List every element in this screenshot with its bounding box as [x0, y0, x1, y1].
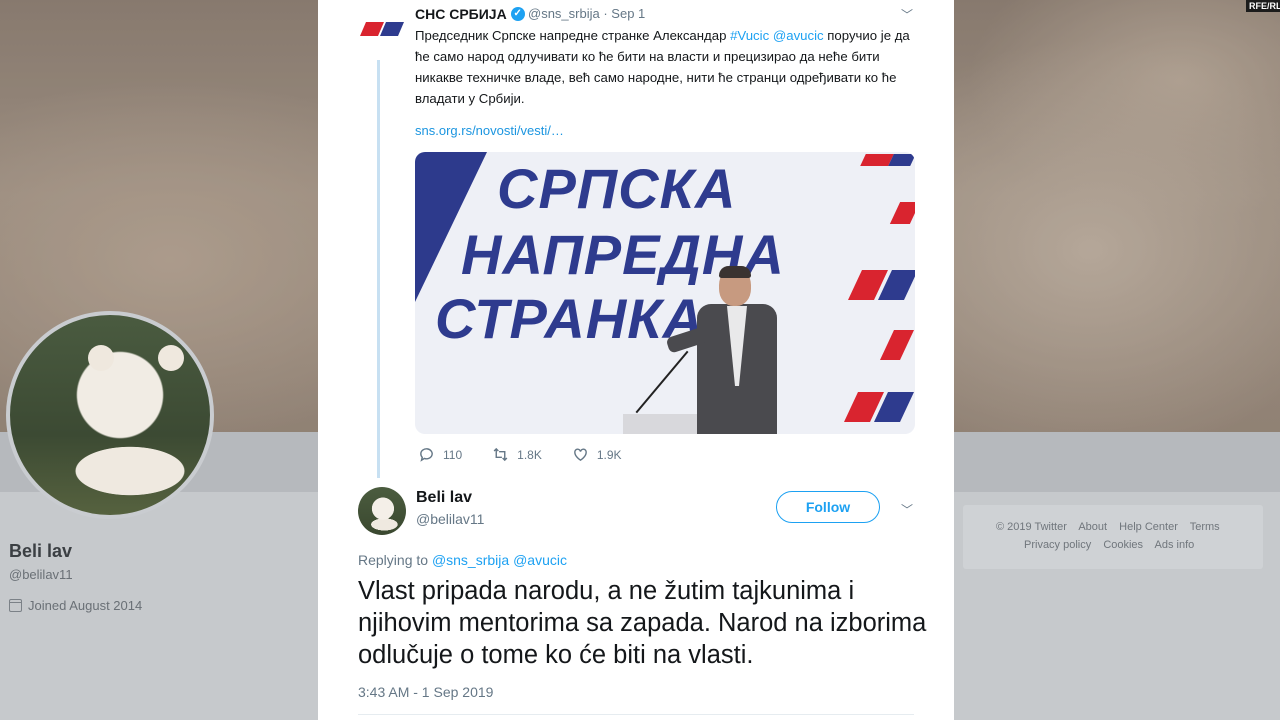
- reply-author-name[interactable]: Beli lav: [416, 489, 472, 507]
- quoted-tweet-actions: 110 1.8K 1.9K: [418, 446, 652, 463]
- sns-stripe: [860, 154, 915, 166]
- quoted-text-start: Председник Српске напредне странке Алекс…: [415, 28, 731, 43]
- reply-timestamp[interactable]: 3:43 AM - 1 Sep 2019: [358, 684, 493, 700]
- footer-link-privacy[interactable]: Privacy policy: [1024, 539, 1091, 551]
- quoted-url-link[interactable]: sns.org.rs/novosti/vesti/…: [415, 123, 564, 138]
- quoted-handle-label: @sns_srbija: [528, 6, 600, 21]
- tweet-modal: СНС СРБИЈА ✓ @sns_srbija · Sep 1 ﹀ Предс…: [318, 0, 954, 720]
- footer-link-terms[interactable]: Terms: [1190, 521, 1220, 533]
- joined-label: Joined August 2014: [28, 598, 143, 613]
- quoted-date[interactable]: · Sep 1: [603, 6, 645, 21]
- sns-stripe: [844, 392, 914, 422]
- replying-mentions[interactable]: @sns_srbija @avucic: [432, 552, 567, 568]
- quoted-author-label: СНС СРБИЈА: [415, 6, 507, 22]
- sns-stripe: [848, 270, 915, 300]
- reply-count: 110: [443, 447, 463, 462]
- mention-link[interactable]: @avucic: [773, 28, 824, 43]
- reply-icon: [420, 448, 433, 462]
- sns-stripe: [889, 202, 915, 224]
- reply-tweet-text: Vlast pripada narodu, a ne žutim tajkuni…: [358, 577, 927, 669]
- reply-action[interactable]: 110: [418, 446, 462, 463]
- retweet-icon: [493, 447, 508, 462]
- footer-link-help[interactable]: Help Center: [1119, 521, 1178, 533]
- replying-to: Replying to @sns_srbija @avucic: [358, 552, 567, 568]
- reply-author-handle[interactable]: @belilav11: [416, 511, 484, 527]
- footer-link-ads[interactable]: Ads info: [1155, 539, 1195, 551]
- chevron-down-icon[interactable]: ﹀: [901, 501, 913, 518]
- quoted-tweet-text: Председник Српске напредне странке Алекс…: [415, 25, 920, 109]
- retweet-action[interactable]: 1.8K: [492, 446, 542, 463]
- sns-stripe: [880, 330, 915, 360]
- footer-link-about[interactable]: About: [1078, 521, 1107, 533]
- profile-name: Beli lav: [9, 541, 73, 561]
- sns-logo-icon[interactable]: [360, 18, 404, 40]
- divider: [358, 714, 914, 715]
- profile-handle: @belilav11: [9, 567, 73, 582]
- like-action[interactable]: 1.9K: [572, 446, 622, 463]
- verified-icon: ✓: [510, 7, 525, 21]
- quoted-tweet-image[interactable]: СРПСКА НАПРЕДНА СТРАНКА: [415, 152, 915, 434]
- footer-link-copyright: © 2019 Twitter: [996, 521, 1067, 533]
- watermark: RFE/RL: [1246, 0, 1280, 12]
- speaker-figure: [665, 266, 797, 434]
- quoted-handle[interactable]: @sns_srbija · Sep 1: [528, 6, 645, 21]
- reply-author-avatar[interactable]: [358, 487, 406, 535]
- lion-cub-ear: [88, 345, 114, 371]
- quoted-author-name[interactable]: СНС СРБИЈА ✓: [415, 6, 525, 22]
- banner-line-1: СРПСКА: [497, 157, 737, 220]
- profile-joined: Joined August 2014: [9, 598, 142, 613]
- lion-cub-ear: [158, 345, 184, 371]
- like-count: 1.9K: [596, 447, 622, 462]
- retweet-count: 1.8K: [517, 447, 542, 462]
- replying-prefix: Replying to: [358, 552, 429, 568]
- footer-link-cookies[interactable]: Cookies: [1103, 539, 1143, 551]
- calendar-icon: [9, 599, 22, 612]
- follow-button[interactable]: Follow: [776, 491, 880, 523]
- heart-icon: [573, 448, 587, 462]
- chevron-down-icon[interactable]: ﹀: [901, 6, 913, 23]
- thread-line: [377, 60, 380, 478]
- profile-avatar[interactable]: [6, 311, 214, 519]
- hashtag-link[interactable]: #Vucic: [730, 28, 769, 43]
- banner-line-3: СТРАНКА: [435, 287, 705, 350]
- footer-links: © 2019 Twitter About Help Center Terms P…: [963, 505, 1263, 569]
